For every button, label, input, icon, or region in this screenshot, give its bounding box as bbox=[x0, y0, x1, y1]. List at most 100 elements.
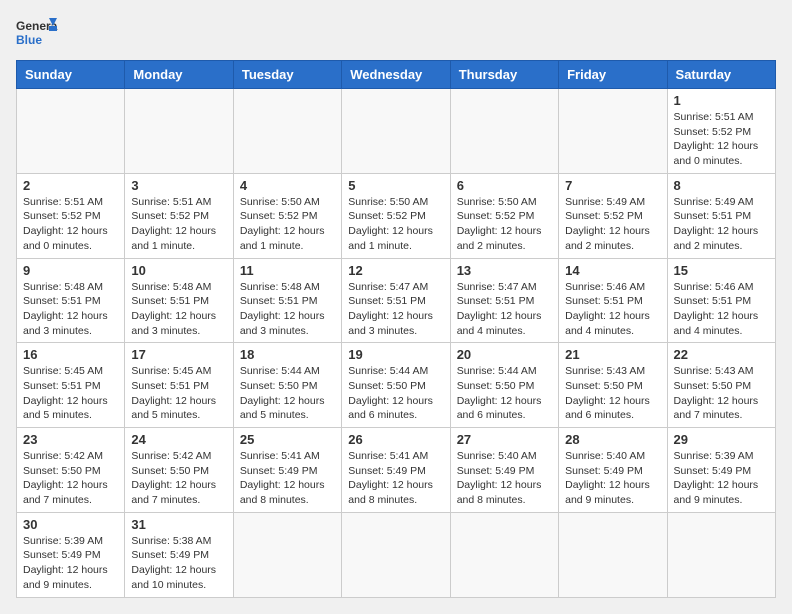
day-info: Sunrise: 5:46 AM Sunset: 5:51 PM Dayligh… bbox=[674, 280, 769, 339]
calendar-cell: 18 Sunrise: 5:44 AM Sunset: 5:50 PM Dayli… bbox=[233, 343, 341, 428]
day-info: Sunrise: 5:51 AM Sunset: 5:52 PM Dayligh… bbox=[23, 195, 118, 254]
calendar-cell bbox=[125, 89, 233, 174]
day-number: 28 bbox=[565, 432, 660, 447]
day-info: Sunrise: 5:44 AM Sunset: 5:50 PM Dayligh… bbox=[457, 364, 552, 423]
calendar-cell: 21Sunrise: 5:43 AM Sunset: 5:50 PM Dayli… bbox=[559, 343, 667, 428]
calendar-cell bbox=[17, 89, 125, 174]
day-info: Sunrise: 5:41 AM Sunset: 5:49 PM Dayligh… bbox=[240, 449, 335, 508]
calendar-cell: 1 Sunrise: 5:51 AM Sunset: 5:52 PM Daylig… bbox=[667, 89, 775, 174]
day-info: Sunrise: 5:40 AM Sunset: 5:49 PM Dayligh… bbox=[565, 449, 660, 508]
calendar-cell: 2 Sunrise: 5:51 AM Sunset: 5:52 PM Daylig… bbox=[17, 173, 125, 258]
calendar-cell bbox=[342, 89, 450, 174]
day-number: 16 bbox=[23, 347, 118, 362]
day-info: Sunrise: 5:51 AM Sunset: 5:52 PM Dayligh… bbox=[674, 110, 769, 169]
day-info: Sunrise: 5:39 AM Sunset: 5:49 PM Dayligh… bbox=[23, 534, 118, 593]
day-number: 31 bbox=[131, 517, 226, 532]
day-number: 7 bbox=[565, 178, 660, 193]
week-row-5: 23 Sunrise: 5:42 AM Sunset: 5:50 PM Dayli… bbox=[17, 428, 776, 513]
day-info: Sunrise: 5:43 AM Sunset: 5:50 PM Dayligh… bbox=[674, 364, 769, 423]
day-number: 4 bbox=[240, 178, 335, 193]
calendar-cell: 12 Sunrise: 5:47 AM Sunset: 5:51 PM Dayli… bbox=[342, 258, 450, 343]
day-number: 23 bbox=[23, 432, 118, 447]
day-info: Sunrise: 5:51 AM Sunset: 5:52 PM Dayligh… bbox=[131, 195, 226, 254]
calendar-cell: 7Sunrise: 5:49 AM Sunset: 5:52 PM Daylig… bbox=[559, 173, 667, 258]
calendar-cell bbox=[342, 512, 450, 597]
day-info: Sunrise: 5:42 AM Sunset: 5:50 PM Dayligh… bbox=[23, 449, 118, 508]
calendar-cell: 29Sunrise: 5:39 AM Sunset: 5:49 PM Dayli… bbox=[667, 428, 775, 513]
day-info: Sunrise: 5:44 AM Sunset: 5:50 PM Dayligh… bbox=[348, 364, 443, 423]
calendar-cell: 10 Sunrise: 5:48 AM Sunset: 5:51 PM Dayli… bbox=[125, 258, 233, 343]
day-number: 12 bbox=[348, 263, 443, 278]
day-number: 19 bbox=[348, 347, 443, 362]
calendar-cell: 4 Sunrise: 5:50 AM Sunset: 5:52 PM Daylig… bbox=[233, 173, 341, 258]
calendar-cell: 11 Sunrise: 5:48 AM Sunset: 5:51 PM Dayli… bbox=[233, 258, 341, 343]
day-number: 10 bbox=[131, 263, 226, 278]
calendar-cell: 25Sunrise: 5:41 AM Sunset: 5:49 PM Dayli… bbox=[233, 428, 341, 513]
day-info: Sunrise: 5:50 AM Sunset: 5:52 PM Dayligh… bbox=[348, 195, 443, 254]
calendar-cell bbox=[450, 512, 558, 597]
calendar-cell: 20 Sunrise: 5:44 AM Sunset: 5:50 PM Dayli… bbox=[450, 343, 558, 428]
calendar-cell: 13Sunrise: 5:47 AM Sunset: 5:51 PM Dayli… bbox=[450, 258, 558, 343]
day-info: Sunrise: 5:39 AM Sunset: 5:49 PM Dayligh… bbox=[674, 449, 769, 508]
calendar-cell: 31Sunrise: 5:38 AM Sunset: 5:49 PM Dayli… bbox=[125, 512, 233, 597]
day-info: Sunrise: 5:45 AM Sunset: 5:51 PM Dayligh… bbox=[131, 364, 226, 423]
day-number: 11 bbox=[240, 263, 335, 278]
weekday-header-thursday: Thursday bbox=[450, 61, 558, 89]
calendar-cell: 27Sunrise: 5:40 AM Sunset: 5:49 PM Dayli… bbox=[450, 428, 558, 513]
day-info: Sunrise: 5:47 AM Sunset: 5:51 PM Dayligh… bbox=[348, 280, 443, 339]
day-number: 18 bbox=[240, 347, 335, 362]
day-info: Sunrise: 5:49 AM Sunset: 5:51 PM Dayligh… bbox=[674, 195, 769, 254]
week-row-2: 2 Sunrise: 5:51 AM Sunset: 5:52 PM Daylig… bbox=[17, 173, 776, 258]
day-number: 24 bbox=[131, 432, 226, 447]
week-row-4: 16 Sunrise: 5:45 AM Sunset: 5:51 PM Dayli… bbox=[17, 343, 776, 428]
logo-svg: General Blue bbox=[16, 16, 58, 52]
weekday-header-wednesday: Wednesday bbox=[342, 61, 450, 89]
day-number: 17 bbox=[131, 347, 226, 362]
calendar-cell bbox=[559, 512, 667, 597]
weekday-header-sunday: Sunday bbox=[17, 61, 125, 89]
day-number: 26 bbox=[348, 432, 443, 447]
weekday-header-monday: Monday bbox=[125, 61, 233, 89]
calendar: SundayMondayTuesdayWednesdayThursdayFrid… bbox=[16, 60, 776, 598]
calendar-cell: 16Sunrise: 5:45 AM Sunset: 5:51 PM Dayli… bbox=[17, 343, 125, 428]
calendar-cell: 5 Sunrise: 5:50 AM Sunset: 5:52 PM Daylig… bbox=[342, 173, 450, 258]
day-number: 5 bbox=[348, 178, 443, 193]
page-header: General Blue bbox=[16, 16, 776, 52]
day-info: Sunrise: 5:50 AM Sunset: 5:52 PM Dayligh… bbox=[457, 195, 552, 254]
day-info: Sunrise: 5:44 AM Sunset: 5:50 PM Dayligh… bbox=[240, 364, 335, 423]
calendar-cell: 9Sunrise: 5:48 AM Sunset: 5:51 PM Daylig… bbox=[17, 258, 125, 343]
day-number: 6 bbox=[457, 178, 552, 193]
calendar-cell: 23 Sunrise: 5:42 AM Sunset: 5:50 PM Dayli… bbox=[17, 428, 125, 513]
day-number: 21 bbox=[565, 347, 660, 362]
day-info: Sunrise: 5:42 AM Sunset: 5:50 PM Dayligh… bbox=[131, 449, 226, 508]
calendar-cell bbox=[233, 89, 341, 174]
day-number: 20 bbox=[457, 347, 552, 362]
calendar-cell: 14Sunrise: 5:46 AM Sunset: 5:51 PM Dayli… bbox=[559, 258, 667, 343]
day-number: 14 bbox=[565, 263, 660, 278]
day-info: Sunrise: 5:48 AM Sunset: 5:51 PM Dayligh… bbox=[23, 280, 118, 339]
calendar-cell bbox=[233, 512, 341, 597]
day-number: 27 bbox=[457, 432, 552, 447]
day-info: Sunrise: 5:47 AM Sunset: 5:51 PM Dayligh… bbox=[457, 280, 552, 339]
calendar-cell: 26 Sunrise: 5:41 AM Sunset: 5:49 PM Dayli… bbox=[342, 428, 450, 513]
day-info: Sunrise: 5:48 AM Sunset: 5:51 PM Dayligh… bbox=[131, 280, 226, 339]
weekday-header-friday: Friday bbox=[559, 61, 667, 89]
week-row-3: 9Sunrise: 5:48 AM Sunset: 5:51 PM Daylig… bbox=[17, 258, 776, 343]
day-info: Sunrise: 5:50 AM Sunset: 5:52 PM Dayligh… bbox=[240, 195, 335, 254]
calendar-cell: 15Sunrise: 5:46 AM Sunset: 5:51 PM Dayli… bbox=[667, 258, 775, 343]
day-number: 30 bbox=[23, 517, 118, 532]
day-number: 8 bbox=[674, 178, 769, 193]
calendar-cell bbox=[667, 512, 775, 597]
week-row-1: 1 Sunrise: 5:51 AM Sunset: 5:52 PM Daylig… bbox=[17, 89, 776, 174]
calendar-cell: 30 Sunrise: 5:39 AM Sunset: 5:49 PM Dayli… bbox=[17, 512, 125, 597]
svg-text:Blue: Blue bbox=[16, 33, 42, 47]
day-number: 3 bbox=[131, 178, 226, 193]
day-number: 1 bbox=[674, 93, 769, 108]
weekday-header-tuesday: Tuesday bbox=[233, 61, 341, 89]
weekday-header-row: SundayMondayTuesdayWednesdayThursdayFrid… bbox=[17, 61, 776, 89]
day-info: Sunrise: 5:41 AM Sunset: 5:49 PM Dayligh… bbox=[348, 449, 443, 508]
day-info: Sunrise: 5:48 AM Sunset: 5:51 PM Dayligh… bbox=[240, 280, 335, 339]
day-number: 2 bbox=[23, 178, 118, 193]
calendar-cell: 24 Sunrise: 5:42 AM Sunset: 5:50 PM Dayli… bbox=[125, 428, 233, 513]
logo: General Blue bbox=[16, 16, 58, 52]
